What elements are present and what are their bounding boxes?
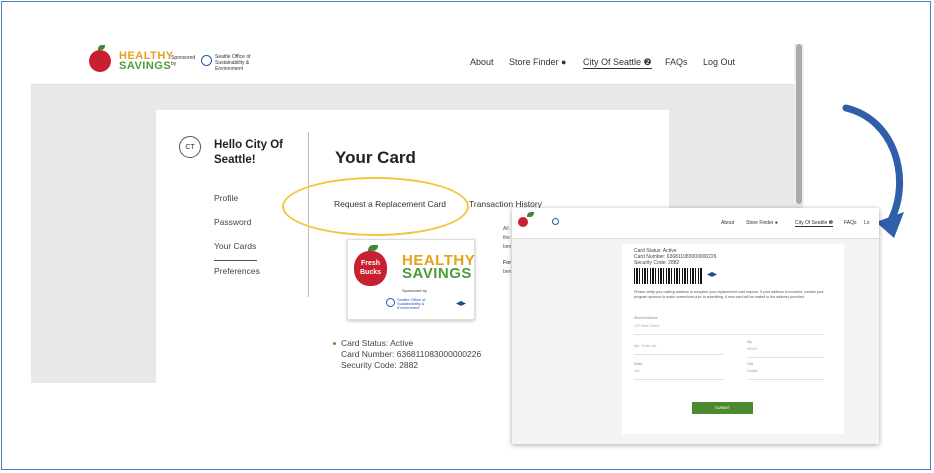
nav-about[interactable]: About [470, 57, 494, 67]
obscured-text-4: For [503, 260, 512, 266]
bullet-icon [333, 342, 336, 345]
avatar: CT [179, 136, 201, 158]
card-seattle-logo-icon [386, 298, 395, 307]
graduation-cap-icon [456, 301, 466, 306]
inset-security-code: Security Code: 2882 [634, 260, 680, 266]
greeting-heading: Hello City Of Seattle! [214, 139, 284, 166]
card-sponsored-by: Sponsored by [402, 288, 427, 293]
fresh-bucks-apple-icon [89, 45, 111, 72]
card-sponsor-name: Seattle Office of Sustainability & Envir… [397, 297, 426, 310]
barcode [634, 268, 702, 284]
card-status-block: Card Status: Active Card Number: 6368110… [333, 338, 482, 371]
card-status: Card Status: Active [341, 338, 414, 348]
zip-input[interactable]: 98104 [747, 347, 824, 358]
account-icon: ❷ [643, 57, 652, 67]
submit-button[interactable]: SUBMIT [692, 402, 753, 414]
obscured-text-2: the [503, 235, 510, 241]
menu-item-your-cards[interactable]: Your Cards [214, 241, 256, 251]
nav-store-finder[interactable]: Store Finder ● [509, 57, 566, 67]
nav-city-of-seattle[interactable]: City Of Seattle ❷ [583, 57, 652, 69]
inset-apple-icon [518, 212, 534, 227]
inset-nav-store-finder[interactable]: Store Finder ● [746, 220, 778, 226]
nav-faqs[interactable]: FAQs [665, 57, 688, 67]
card-number: Card Number: 636811083000000226 [341, 349, 482, 359]
state-input[interactable]: WA [634, 369, 724, 380]
apt-suite-input[interactable]: Apt, Suite, etc [634, 344, 724, 355]
inset-graduation-cap-icon [707, 272, 717, 277]
inset-navigation-bar: About Store Finder ● City Of Seattle ❷ F… [512, 208, 879, 239]
menu-item-profile[interactable]: Profile [214, 193, 238, 203]
scrollbar-thumb[interactable] [796, 44, 802, 204]
inset-nav-city-of-seattle[interactable]: City Of Seattle ❷ [795, 220, 834, 227]
obscured-text-3: ben [503, 244, 512, 250]
nav-log-out[interactable]: Log Out [703, 57, 735, 67]
fresh-bucks-apple-logo: Fresh Bucks [354, 245, 387, 286]
street-address-input[interactable]: 123 Main Street [634, 324, 824, 335]
healthy-savings-logo[interactable]: HEALTHY SAVINGS [119, 51, 174, 72]
seattle-logo-icon [201, 55, 212, 66]
inset-nav-about[interactable]: About [721, 220, 734, 226]
inset-nav-faqs[interactable]: FAQs [844, 220, 857, 226]
scrollbar[interactable] [794, 44, 804, 204]
instructions-text: Please verify your mailing address to co… [634, 290, 824, 299]
top-navigation-bar: HEALTHY SAVINGS Sponsored by Seattle Off… [31, 38, 803, 85]
highlight-ellipse [282, 177, 469, 236]
security-code: Security Code: 2882 [341, 360, 419, 370]
page-title: Your Card [335, 148, 416, 167]
replacement-card-screenshot: About Store Finder ● City Of Seattle ❷ F… [512, 208, 879, 444]
inset-replacement-form: Card Status: Active Card Number: 6368110… [622, 244, 844, 434]
city-input[interactable]: Seattle [747, 369, 824, 380]
menu-item-preferences[interactable]: Preferences [214, 266, 260, 276]
fresh-bucks-card-image: Fresh Bucks HEALTHY SAVINGS Sponsored by… [347, 239, 475, 320]
card-healthy-savings-logo: HEALTHY SAVINGS [402, 252, 476, 282]
inset-nav-log-out[interactable]: Lo [864, 220, 870, 226]
location-pin-icon: ● [561, 57, 567, 67]
menu-item-password[interactable]: Password [214, 217, 251, 227]
sponsor-name: Seattle Office of Sustainability & Envir… [215, 54, 251, 72]
inset-card-status-block: Card Status: Active Card Number: 6368110… [634, 248, 716, 266]
sponsored-by-text: Sponsored by [171, 55, 196, 67]
inset-seattle-logo-icon [552, 218, 559, 225]
obscured-text-1: All [503, 226, 509, 232]
active-menu-underline [214, 260, 257, 261]
obscured-text-5: ben [503, 269, 512, 275]
